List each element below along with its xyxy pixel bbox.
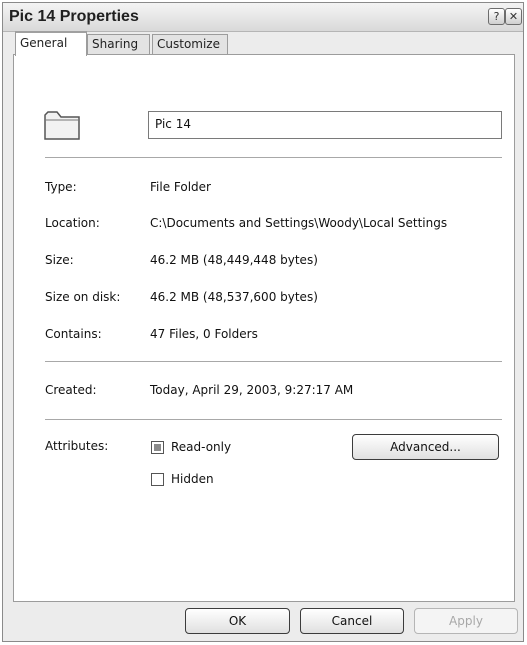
contains-value: 47 Files, 0 Folders bbox=[150, 327, 258, 341]
apply-button: Apply bbox=[414, 608, 518, 634]
readonly-checkbox[interactable] bbox=[151, 441, 164, 454]
help-button[interactable]: ? bbox=[488, 8, 505, 25]
created-label: Created: bbox=[45, 383, 97, 397]
folder-icon bbox=[44, 111, 80, 140]
close-button[interactable]: ✕ bbox=[505, 8, 522, 25]
size-value: 46.2 MB (48,449,448 bytes) bbox=[150, 253, 318, 267]
separator bbox=[45, 419, 502, 420]
advanced-button[interactable]: Advanced... bbox=[352, 434, 499, 460]
separator bbox=[45, 361, 502, 362]
tab-sharing[interactable]: Sharing bbox=[87, 34, 150, 54]
contains-label: Contains: bbox=[45, 327, 102, 341]
general-panel: Pic 14 Type: File Folder Location: C:\Do… bbox=[13, 54, 515, 602]
size-on-disk-value: 46.2 MB (48,537,600 bytes) bbox=[150, 290, 318, 304]
attributes-label: Attributes: bbox=[45, 439, 109, 453]
window-title: Pic 14 Properties bbox=[9, 8, 139, 25]
type-value: File Folder bbox=[150, 180, 211, 194]
tab-general[interactable]: General bbox=[15, 31, 87, 56]
location-value: C:\Documents and Settings\Woody\Local Se… bbox=[150, 216, 448, 230]
type-label: Type: bbox=[45, 180, 77, 194]
properties-dialog: Pic 14 Properties ? ✕ General Sharing Cu… bbox=[2, 2, 524, 642]
title-bar[interactable]: Pic 14 Properties ? ✕ bbox=[3, 3, 523, 32]
hidden-checkbox[interactable] bbox=[151, 473, 164, 486]
tab-customize[interactable]: Customize bbox=[152, 34, 228, 54]
location-label: Location: bbox=[45, 216, 100, 230]
cancel-button[interactable]: Cancel bbox=[300, 608, 404, 634]
size-label: Size: bbox=[45, 253, 74, 267]
hidden-label[interactable]: Hidden bbox=[171, 472, 214, 486]
folder-name-input[interactable]: Pic 14 bbox=[148, 111, 502, 139]
size-on-disk-label: Size on disk: bbox=[45, 290, 121, 304]
ok-button[interactable]: OK bbox=[185, 608, 290, 634]
separator bbox=[45, 157, 502, 158]
readonly-label[interactable]: Read-only bbox=[171, 440, 231, 454]
created-value: Today, April 29, 2003, 9:27:17 AM bbox=[150, 383, 354, 397]
